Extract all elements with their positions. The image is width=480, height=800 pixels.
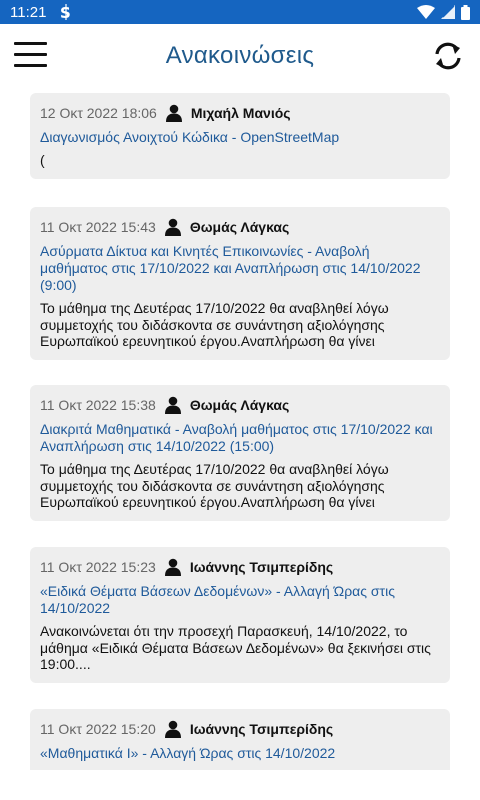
user-icon — [164, 720, 181, 738]
announcement-body: ( — [40, 152, 45, 168]
user-icon — [164, 396, 181, 414]
announcement-author: Ιωάννης Τσιμπερίδης — [189, 559, 334, 575]
announcement-title[interactable]: «Ειδικά Θέματα Βάσεων Δεδομένων» - Αλλαγ… — [40, 583, 440, 617]
status-time: 11:21 — [10, 3, 47, 21]
announcement-date: 11 Οκτ 2022 15:38 — [40, 397, 156, 413]
announcement-date: 11 Οκτ 2022 15:23 — [40, 559, 156, 575]
announcement-card[interactable]: 12 Οκτ 2022 18:06 Μιχαήλ Μανιός Διαγωνισ… — [30, 93, 450, 179]
announcement-date: 12 Οκτ 2022 18:06 — [40, 105, 157, 121]
menu-icon[interactable] — [14, 42, 48, 70]
announcement-body: Το μάθημα της Δευτέρας 17/10/2022 θα ανα… — [40, 461, 389, 510]
announcement-author: Ιωάννης Τσιμπερίδης — [189, 721, 334, 737]
announcement-list[interactable]: 12 Οκτ 2022 18:06 Μιχαήλ Μανιός Διαγωνισ… — [0, 93, 480, 770]
page-title: Ανακοινώσεις — [165, 42, 315, 69]
announcement-date: 11 Οκτ 2022 15:43 — [40, 219, 156, 235]
announcement-author: Θωμάς Λάγκας — [189, 397, 290, 413]
announcement-title[interactable]: Διαγωνισμός Ανοιχτού Κώδικα - OpenStreet… — [40, 129, 440, 146]
refresh-icon[interactable] — [430, 38, 466, 74]
user-icon — [164, 218, 181, 236]
app-bar: Ανακοινώσεις — [0, 24, 480, 88]
announcement-title[interactable]: «Μαθηματικά Ι» - Αλλαγή Ώρας στις 14/10/… — [40, 745, 440, 762]
announcement-author: Θωμάς Λάγκας — [189, 219, 290, 235]
announcement-date: 11 Οκτ 2022 15:20 — [40, 721, 156, 737]
user-icon — [164, 558, 181, 576]
wifi-icon — [417, 5, 435, 19]
signal-icon — [441, 5, 455, 19]
announcement-body: Ανακοινώνεται ότι την προσεχή Παρασκευή,… — [40, 623, 431, 672]
announcement-title[interactable]: Διακριτά Μαθηματικά - Αναβολή μαθήματος … — [40, 421, 440, 455]
announcement-author: Μιχαήλ Μανιός — [190, 105, 291, 121]
user-icon — [165, 104, 182, 122]
app-notification-icon: S — [58, 4, 74, 20]
status-icons — [417, 4, 470, 20]
announcement-card[interactable]: 11 Οκτ 2022 15:38 Θωμάς Λάγκας Διακριτά … — [30, 385, 450, 521]
announcement-body: Το μάθημα της Δευτέρας 17/10/2022 θα ανα… — [40, 300, 389, 349]
announcement-card[interactable]: 11 Οκτ 2022 15:43 Θωμάς Λάγκας Ασύρματα … — [30, 207, 450, 360]
battery-icon — [461, 4, 470, 20]
announcement-title[interactable]: Ασύρματα Δίκτυα και Κινητές Επικοινωνίες… — [40, 243, 440, 294]
status-bar: 11:21 S — [0, 0, 480, 24]
announcement-card[interactable]: 11 Οκτ 2022 15:23 Ιωάννης Τσιμπερίδης «Ε… — [30, 547, 450, 683]
announcement-card[interactable]: 11 Οκτ 2022 15:20 Ιωάννης Τσιμπερίδης «Μ… — [30, 709, 450, 770]
